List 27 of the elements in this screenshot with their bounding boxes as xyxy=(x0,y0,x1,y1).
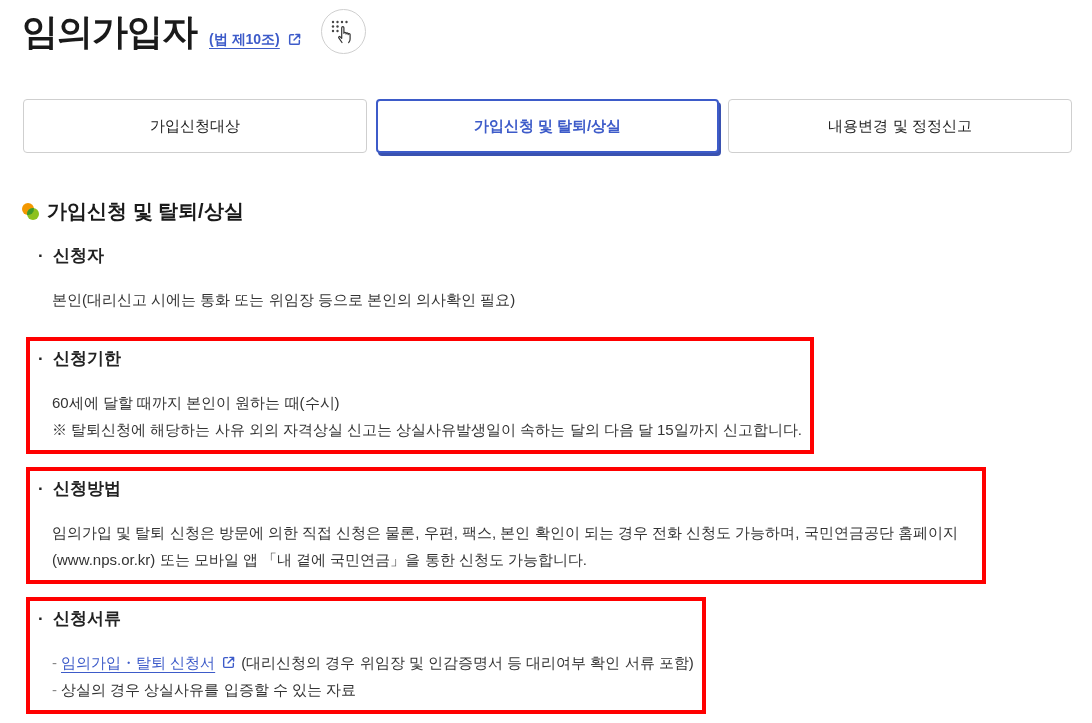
external-link-icon xyxy=(222,656,236,669)
list-dash: - xyxy=(52,680,57,700)
list-bullet: · xyxy=(38,478,44,500)
tab[interactable]: 내용변경 및 정정신고 xyxy=(728,99,1072,153)
body-text: 임의가입 및 탈퇴 신청은 방문에 의한 직접 신청은 물론, 우편, 팩스, 본인 확인이 되는 경우 전화 신청도 가능하며, 국민연금공단 홈페이지 (www.nps.or.kr) 또는 모바일 앱 「내 곁에 국민연금」을 통한 신청도 가능합니다. xyxy=(52,523,959,570)
external-link-icon xyxy=(287,32,301,46)
list-text: 상실의 경우 상실사유를 입증할 수 있는 자료 xyxy=(61,680,356,700)
tab[interactable]: 가입신청 및 탈퇴/상실 xyxy=(375,99,720,153)
form-link[interactable]: 임의가입・탈퇴 신청서 xyxy=(61,649,236,676)
tab[interactable]: 가입신청대상 xyxy=(23,99,367,153)
item-heading: 신청자 xyxy=(52,245,104,267)
section-title: 가입신청 및 탈퇴/상실 xyxy=(47,199,244,224)
body-text: 60세에 달할 때까지 본인이 원하는 때(수시) xyxy=(52,393,341,413)
law-link[interactable]: (법 제10조) xyxy=(209,28,301,50)
item-heading: 신청서류 xyxy=(52,608,121,630)
overlapping-circles-icon xyxy=(22,202,39,220)
list-text: (대리신청의 경우 위임장 및 인감증명서 등 대리여부 확인 서류 포함) xyxy=(241,653,694,673)
body-text: ※ 탈퇴신청에 해당하는 사유 외의 자격상실 신고는 상실사유발생일이 속하는 달의 다음 달 15일까지 신고합니다. xyxy=(52,420,803,440)
pointer-button[interactable] xyxy=(320,9,366,54)
list-bullet: · xyxy=(38,608,44,630)
item-heading: 신청기한 xyxy=(52,348,121,370)
page-title: 임의가입자 xyxy=(22,9,197,54)
list-bullet: · xyxy=(38,348,44,370)
item-heading: 신청방법 xyxy=(52,478,121,500)
list-bullet: · xyxy=(38,245,44,267)
body-text: 본인(대리신고 시에는 통화 또는 위임장 등으로 본인의 의사확인 필요) xyxy=(52,290,516,310)
list-dash: - xyxy=(52,653,57,673)
